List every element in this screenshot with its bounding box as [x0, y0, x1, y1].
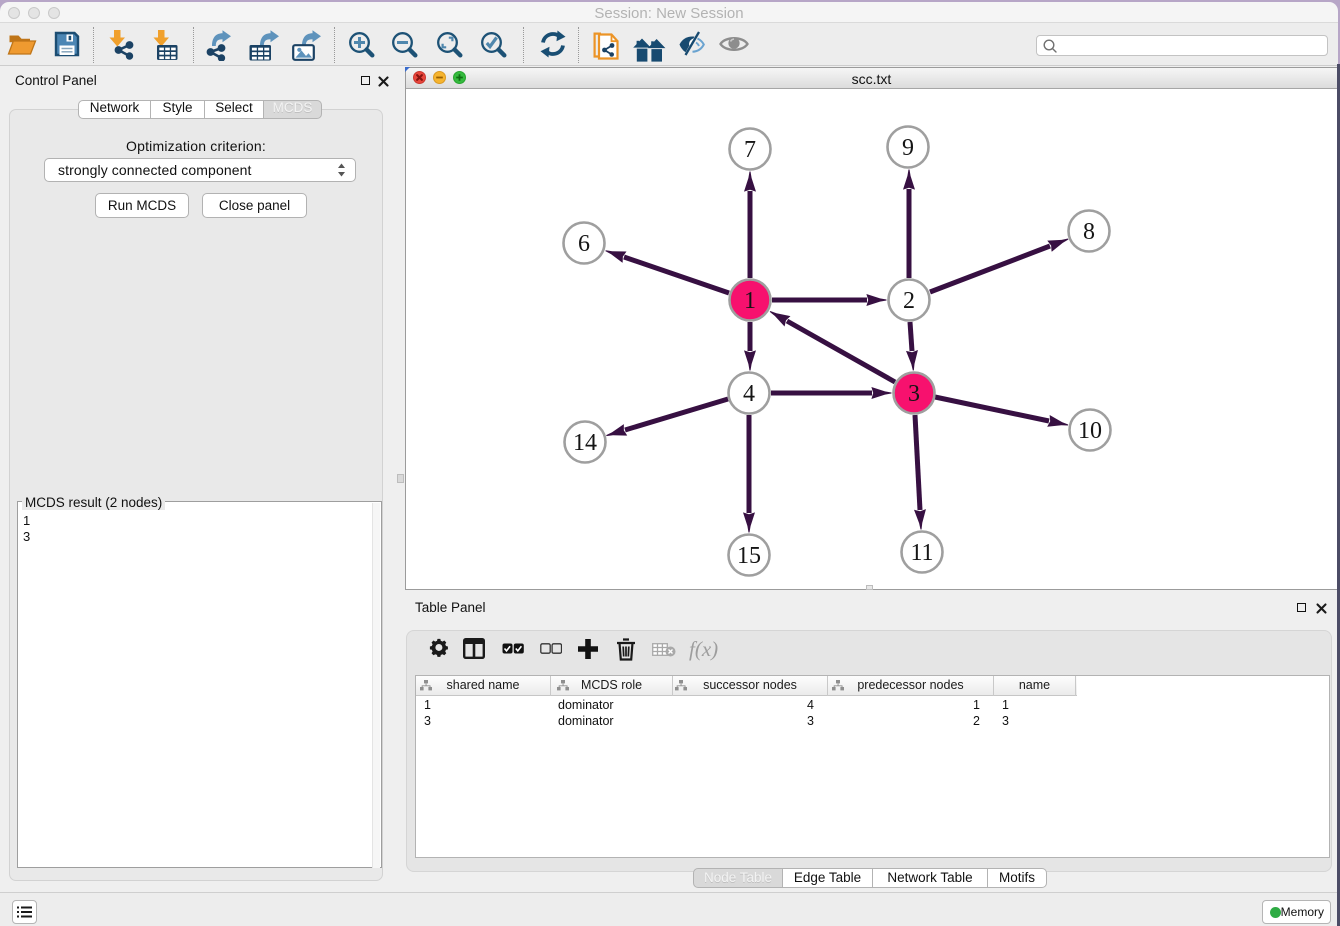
- svg-text:4: 4: [743, 381, 755, 407]
- svg-text:8: 8: [1083, 219, 1095, 245]
- svg-text:1: 1: [744, 288, 756, 314]
- svg-text:11: 11: [910, 540, 933, 566]
- svg-text:6: 6: [578, 231, 590, 257]
- svg-text:14: 14: [573, 430, 597, 456]
- svg-text:7: 7: [744, 137, 756, 163]
- svg-text:15: 15: [737, 543, 761, 569]
- svg-text:10: 10: [1078, 418, 1102, 444]
- svg-text:2: 2: [903, 288, 915, 314]
- svg-text:9: 9: [902, 135, 914, 161]
- svg-text:3: 3: [908, 381, 920, 407]
